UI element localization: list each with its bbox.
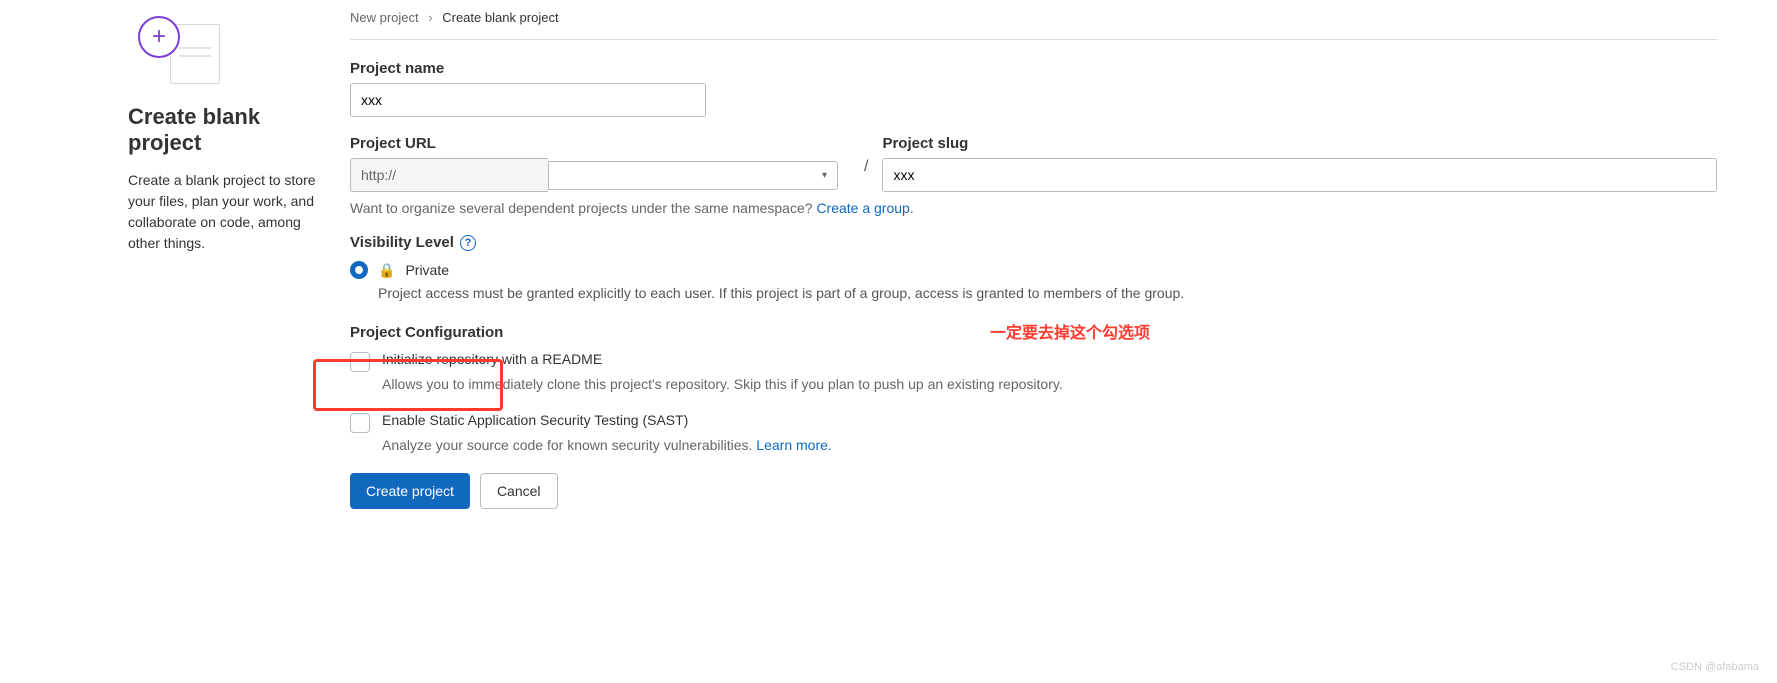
breadcrumb-current: Create blank project — [442, 10, 558, 25]
readme-checkbox-label: Initialize repository with a README — [382, 351, 602, 367]
breadcrumb-separator: › — [428, 10, 432, 25]
sast-learn-more-link[interactable]: Learn more. — [756, 437, 831, 453]
readme-checkbox-desc: Allows you to immediately clone this pro… — [382, 376, 1717, 392]
main-form: New project › Create blank project Proje… — [350, 10, 1777, 509]
breadcrumb-parent[interactable]: New project — [350, 10, 419, 25]
visibility-private-label: Private — [405, 262, 449, 278]
project-configuration-label: Project Configuration — [350, 324, 503, 341]
watermark: CSDN @afabama — [1671, 661, 1759, 673]
sast-checkbox-desc: Analyze your source code for known secur… — [382, 437, 1717, 453]
create-group-link[interactable]: Create a group — [816, 200, 909, 216]
plus-icon: + — [138, 16, 180, 58]
lock-icon: 🔒 — [378, 262, 395, 279]
sidebar-description: Create a blank project to store your fil… — [128, 170, 320, 254]
annotation-text: 一定要去掉这个勾选项 — [990, 319, 1150, 343]
project-url-prefix: http:// — [350, 158, 548, 192]
project-slug-input[interactable] — [882, 158, 1717, 192]
visibility-private-desc: Project access must be granted explicitl… — [378, 283, 1717, 304]
project-name-label: Project name — [350, 60, 1717, 77]
project-name-input[interactable] — [350, 83, 706, 117]
sidebar-title: Create blank project — [128, 104, 320, 156]
chevron-down-icon: ▾ — [822, 170, 827, 181]
sast-checkbox[interactable] — [350, 413, 370, 433]
project-namespace-select[interactable]: ▾ — [548, 161, 838, 190]
url-slash: / — [864, 158, 868, 192]
readme-checkbox[interactable] — [350, 352, 370, 372]
project-url-label: Project URL — [350, 135, 850, 152]
create-project-button[interactable]: Create project — [350, 473, 470, 509]
namespace-hint: Want to organize several dependent proje… — [350, 200, 1717, 216]
visibility-level-label: Visibility Level — [350, 234, 454, 251]
cancel-button[interactable]: Cancel — [480, 473, 558, 509]
sidebar: + Create blank project Create a blank pr… — [0, 10, 350, 509]
blank-project-icon: + — [130, 10, 220, 90]
help-icon[interactable]: ? — [460, 235, 476, 251]
visibility-private-radio[interactable] — [350, 261, 368, 279]
project-slug-label: Project slug — [882, 135, 1717, 152]
breadcrumb: New project › Create blank project — [350, 10, 1717, 39]
sast-checkbox-label: Enable Static Application Security Testi… — [382, 412, 688, 428]
divider — [350, 39, 1717, 40]
